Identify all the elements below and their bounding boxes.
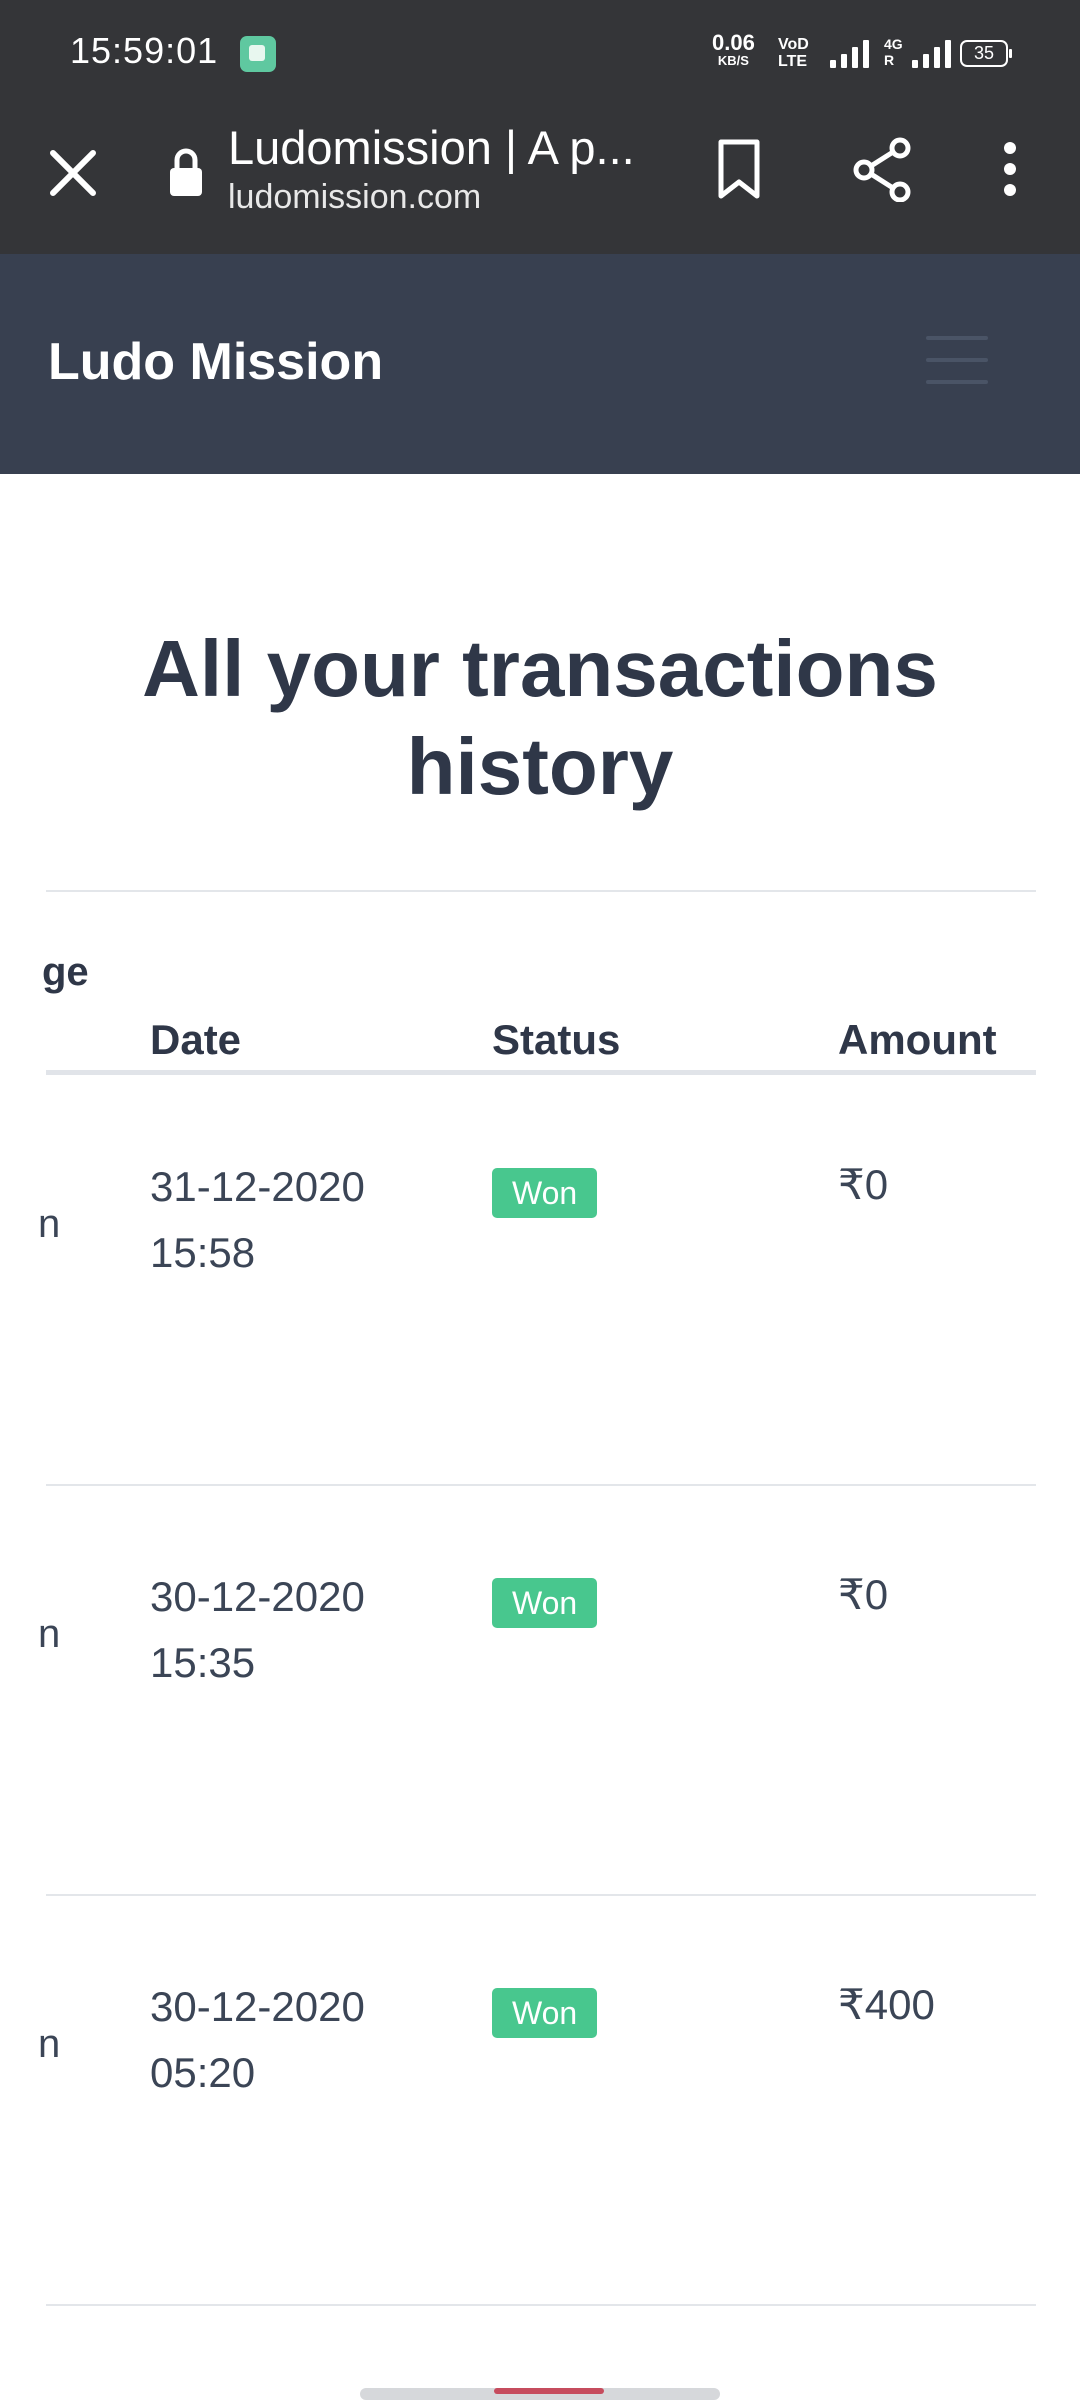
column-header-amount: Amount: [838, 1016, 997, 1063]
main-content: All your transactions history ge Date St…: [0, 474, 1080, 2400]
status-badge: Won: [492, 1988, 598, 2038]
status-badge: Won: [492, 1578, 598, 1628]
network-type: 4G R: [884, 36, 903, 68]
table-top-divider: [46, 890, 1036, 892]
bookmark-icon[interactable]: [706, 136, 772, 202]
volte-top: VoD: [778, 36, 809, 53]
volte-bottom: LTE: [778, 53, 808, 70]
truncated-column-header: ge: [42, 950, 89, 994]
transaction-date: 30-12-2020 05:20: [150, 1974, 365, 2106]
transaction-date-day: 30-12-2020: [150, 1573, 365, 1620]
network-type-label: 4G: [884, 36, 903, 52]
battery-icon: 35: [960, 40, 1012, 67]
truncated-cell: n: [38, 2022, 61, 2066]
browser-toolbar: Ludomission | A p... ludomission.com: [0, 108, 1080, 254]
status-time: 15:59:01: [70, 30, 219, 71]
transaction-date-time: 05:20: [150, 2049, 256, 2096]
hamburger-menu-icon[interactable]: [926, 336, 988, 388]
network-speed: 0.06 KB/S: [712, 32, 755, 70]
network-speed-unit: KB/S: [717, 53, 749, 68]
truncated-cell: n: [38, 1612, 61, 1656]
page-title[interactable]: Ludomission | A p...: [228, 120, 658, 175]
site-logo[interactable]: Ludo Mission: [48, 332, 383, 392]
transaction-date-day: 31-12-2020: [150, 1163, 365, 1210]
transaction-date: 31-12-2020 15:58: [150, 1154, 365, 1286]
app-notification-icon: [240, 36, 276, 72]
network-roaming-label: R: [884, 52, 895, 68]
transaction-amount: ₹400: [838, 1981, 935, 2028]
row-divider: [46, 1894, 1036, 1896]
share-icon[interactable]: [848, 136, 918, 202]
lock-icon: [170, 148, 202, 196]
page-url[interactable]: ludomission.com: [228, 178, 481, 217]
close-icon[interactable]: [40, 140, 106, 206]
transaction-amount: ₹0: [838, 1571, 889, 1618]
column-header-status: Status: [492, 1016, 621, 1063]
site-header: Ludo Mission: [0, 254, 1080, 474]
status-bar: 15:59:01 0.06 KB/S VoD LTE 4G R 35: [0, 0, 1080, 108]
transaction-date: 30-12-2020 15:35: [150, 1564, 365, 1696]
column-header-date: Date: [150, 1016, 242, 1063]
transaction-amount: ₹0: [838, 1161, 889, 1208]
transaction-date-time: 15:58: [150, 1229, 256, 1276]
gesture-navigation-bar[interactable]: [360, 2388, 720, 2400]
signal-strength-icon-2: [912, 38, 951, 68]
table-header-divider: [46, 1070, 1036, 1075]
page-heading: All your transactions history: [142, 624, 938, 811]
transaction-date-day: 30-12-2020: [150, 1983, 365, 2030]
truncated-cell: n: [38, 1202, 61, 1246]
status-badge: Won: [492, 1168, 598, 1218]
signal-strength-icon: [830, 38, 869, 68]
more-options-icon[interactable]: [990, 136, 1030, 202]
row-divider: [46, 2304, 1036, 2306]
transaction-date-time: 15:35: [150, 1639, 256, 1686]
row-divider: [46, 1484, 1036, 1486]
volte-indicator: VoD LTE: [778, 36, 809, 70]
